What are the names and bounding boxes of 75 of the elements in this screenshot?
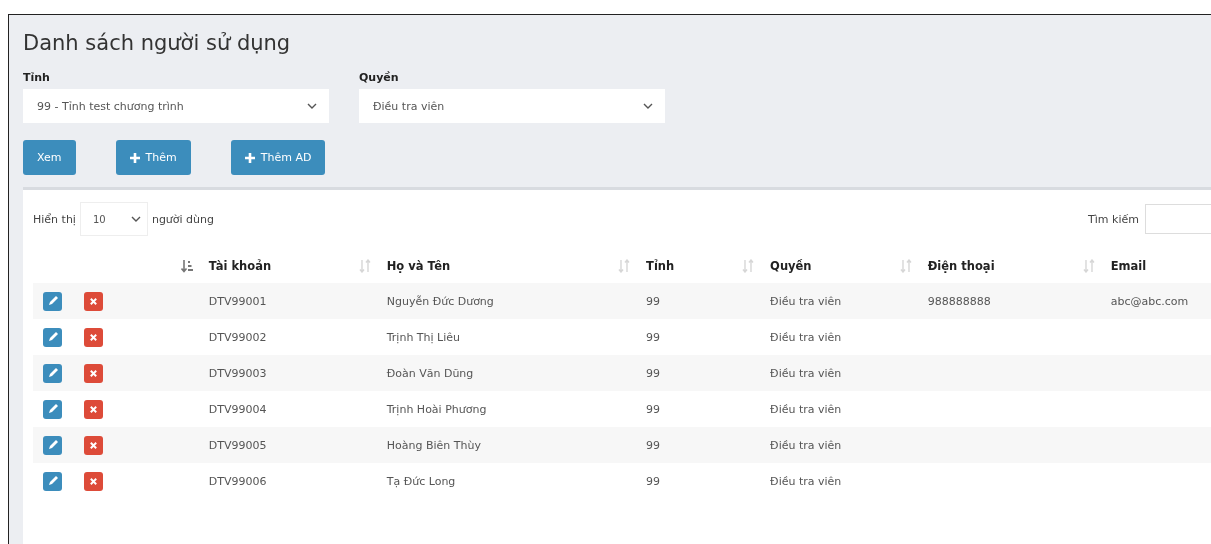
page-title: Danh sách người sử dụng [23,31,292,55]
sort-ascending-icon[interactable] [180,258,193,273]
table-cell: Nguyễn Đức Dương [386,294,494,308]
edit-button[interactable] [43,291,62,311]
table-cell: 99 [646,438,661,452]
table-cell: 99 [646,330,661,344]
select-field[interactable]: Điều tra viên [359,89,665,123]
caret-icon [130,216,141,222]
delete-button[interactable] [84,363,103,383]
table-cell: DTV99003 [208,366,267,380]
caret-icon [307,103,317,109]
column-header[interactable]: Tỉnh [646,258,675,273]
delete-button[interactable] [84,291,103,311]
table-cell: 99 [646,474,661,488]
table-cell: Trịnh Hoài Phương [386,402,487,416]
delete-button[interactable] [84,471,103,491]
table-cell: Điều tra viên [770,294,842,308]
table-cell: 99 [646,294,661,308]
field-label: Tỉnh [23,71,51,84]
table-cell: Điều tra viên [770,474,842,488]
pencil-icon [46,331,59,343]
edit-button[interactable] [43,327,62,347]
column-header[interactable]: Email [1110,258,1147,273]
table-cell: 99 [646,366,661,380]
table-cell: DTV99002 [208,330,267,344]
view-button[interactable]: Xem [23,140,76,175]
select-field[interactable]: 99 - Tỉnh test chương trình [23,89,329,123]
table-cell: Trịnh Thị Liêu [386,330,461,344]
plus-icon [129,152,140,163]
close-icon [89,404,98,414]
pencil-icon [46,367,59,379]
table-cell: DTV99004 [208,402,267,416]
table-cell: 988888888 [927,294,991,308]
table-cell: 99 [646,402,661,416]
delete-button[interactable] [84,435,103,455]
table-cell: DTV99005 [208,438,267,452]
edit-button[interactable] [43,363,62,383]
close-icon [89,332,98,342]
pencil-icon [46,439,59,451]
table-cell: Điều tra viên [770,438,842,452]
close-icon [89,476,98,486]
pencil-icon [46,475,59,487]
close-icon [89,368,98,378]
delete-button[interactable] [84,399,103,419]
caret-icon [643,103,653,109]
search-field[interactable] [1145,204,1211,234]
column-header[interactable]: Điện thoại [927,258,995,273]
close-icon [89,296,98,306]
field-label: Quyền [359,71,400,84]
add-button[interactable]: Thêm AD [230,140,326,175]
pencil-icon [46,403,59,415]
length-label: Hiển thị [33,212,76,226]
table-cell: abc@abc.com [1110,294,1189,308]
table-cell: Đoàn Văn Dũng [386,366,474,380]
edit-button[interactable] [43,471,62,491]
table-cell: Điều tra viên [770,366,842,380]
add-button[interactable]: Thêm [115,140,191,175]
table-cell: Tạ Đức Long [386,474,456,488]
column-header[interactable]: Họ và Tên [386,258,451,273]
delete-button[interactable] [84,327,103,347]
table-cell: DTV99001 [208,294,267,308]
edit-button[interactable] [43,435,62,455]
table-cell: Điều tra viên [770,330,842,344]
table-cell: DTV99006 [208,474,267,488]
page-size-select[interactable]: 10 [79,202,148,236]
edit-button[interactable] [43,399,62,419]
search-label: Tìm kiếm [1088,212,1139,226]
column-header[interactable]: Quyền [770,258,812,273]
close-icon [89,440,98,450]
plus-icon [244,152,255,163]
column-header[interactable]: Tài khoản [208,258,272,273]
table-cell: Hoàng Biên Thùy [386,438,481,452]
length-label: người dùng [151,212,215,226]
table-cell: Điều tra viên [770,402,842,416]
pencil-icon [46,295,59,307]
